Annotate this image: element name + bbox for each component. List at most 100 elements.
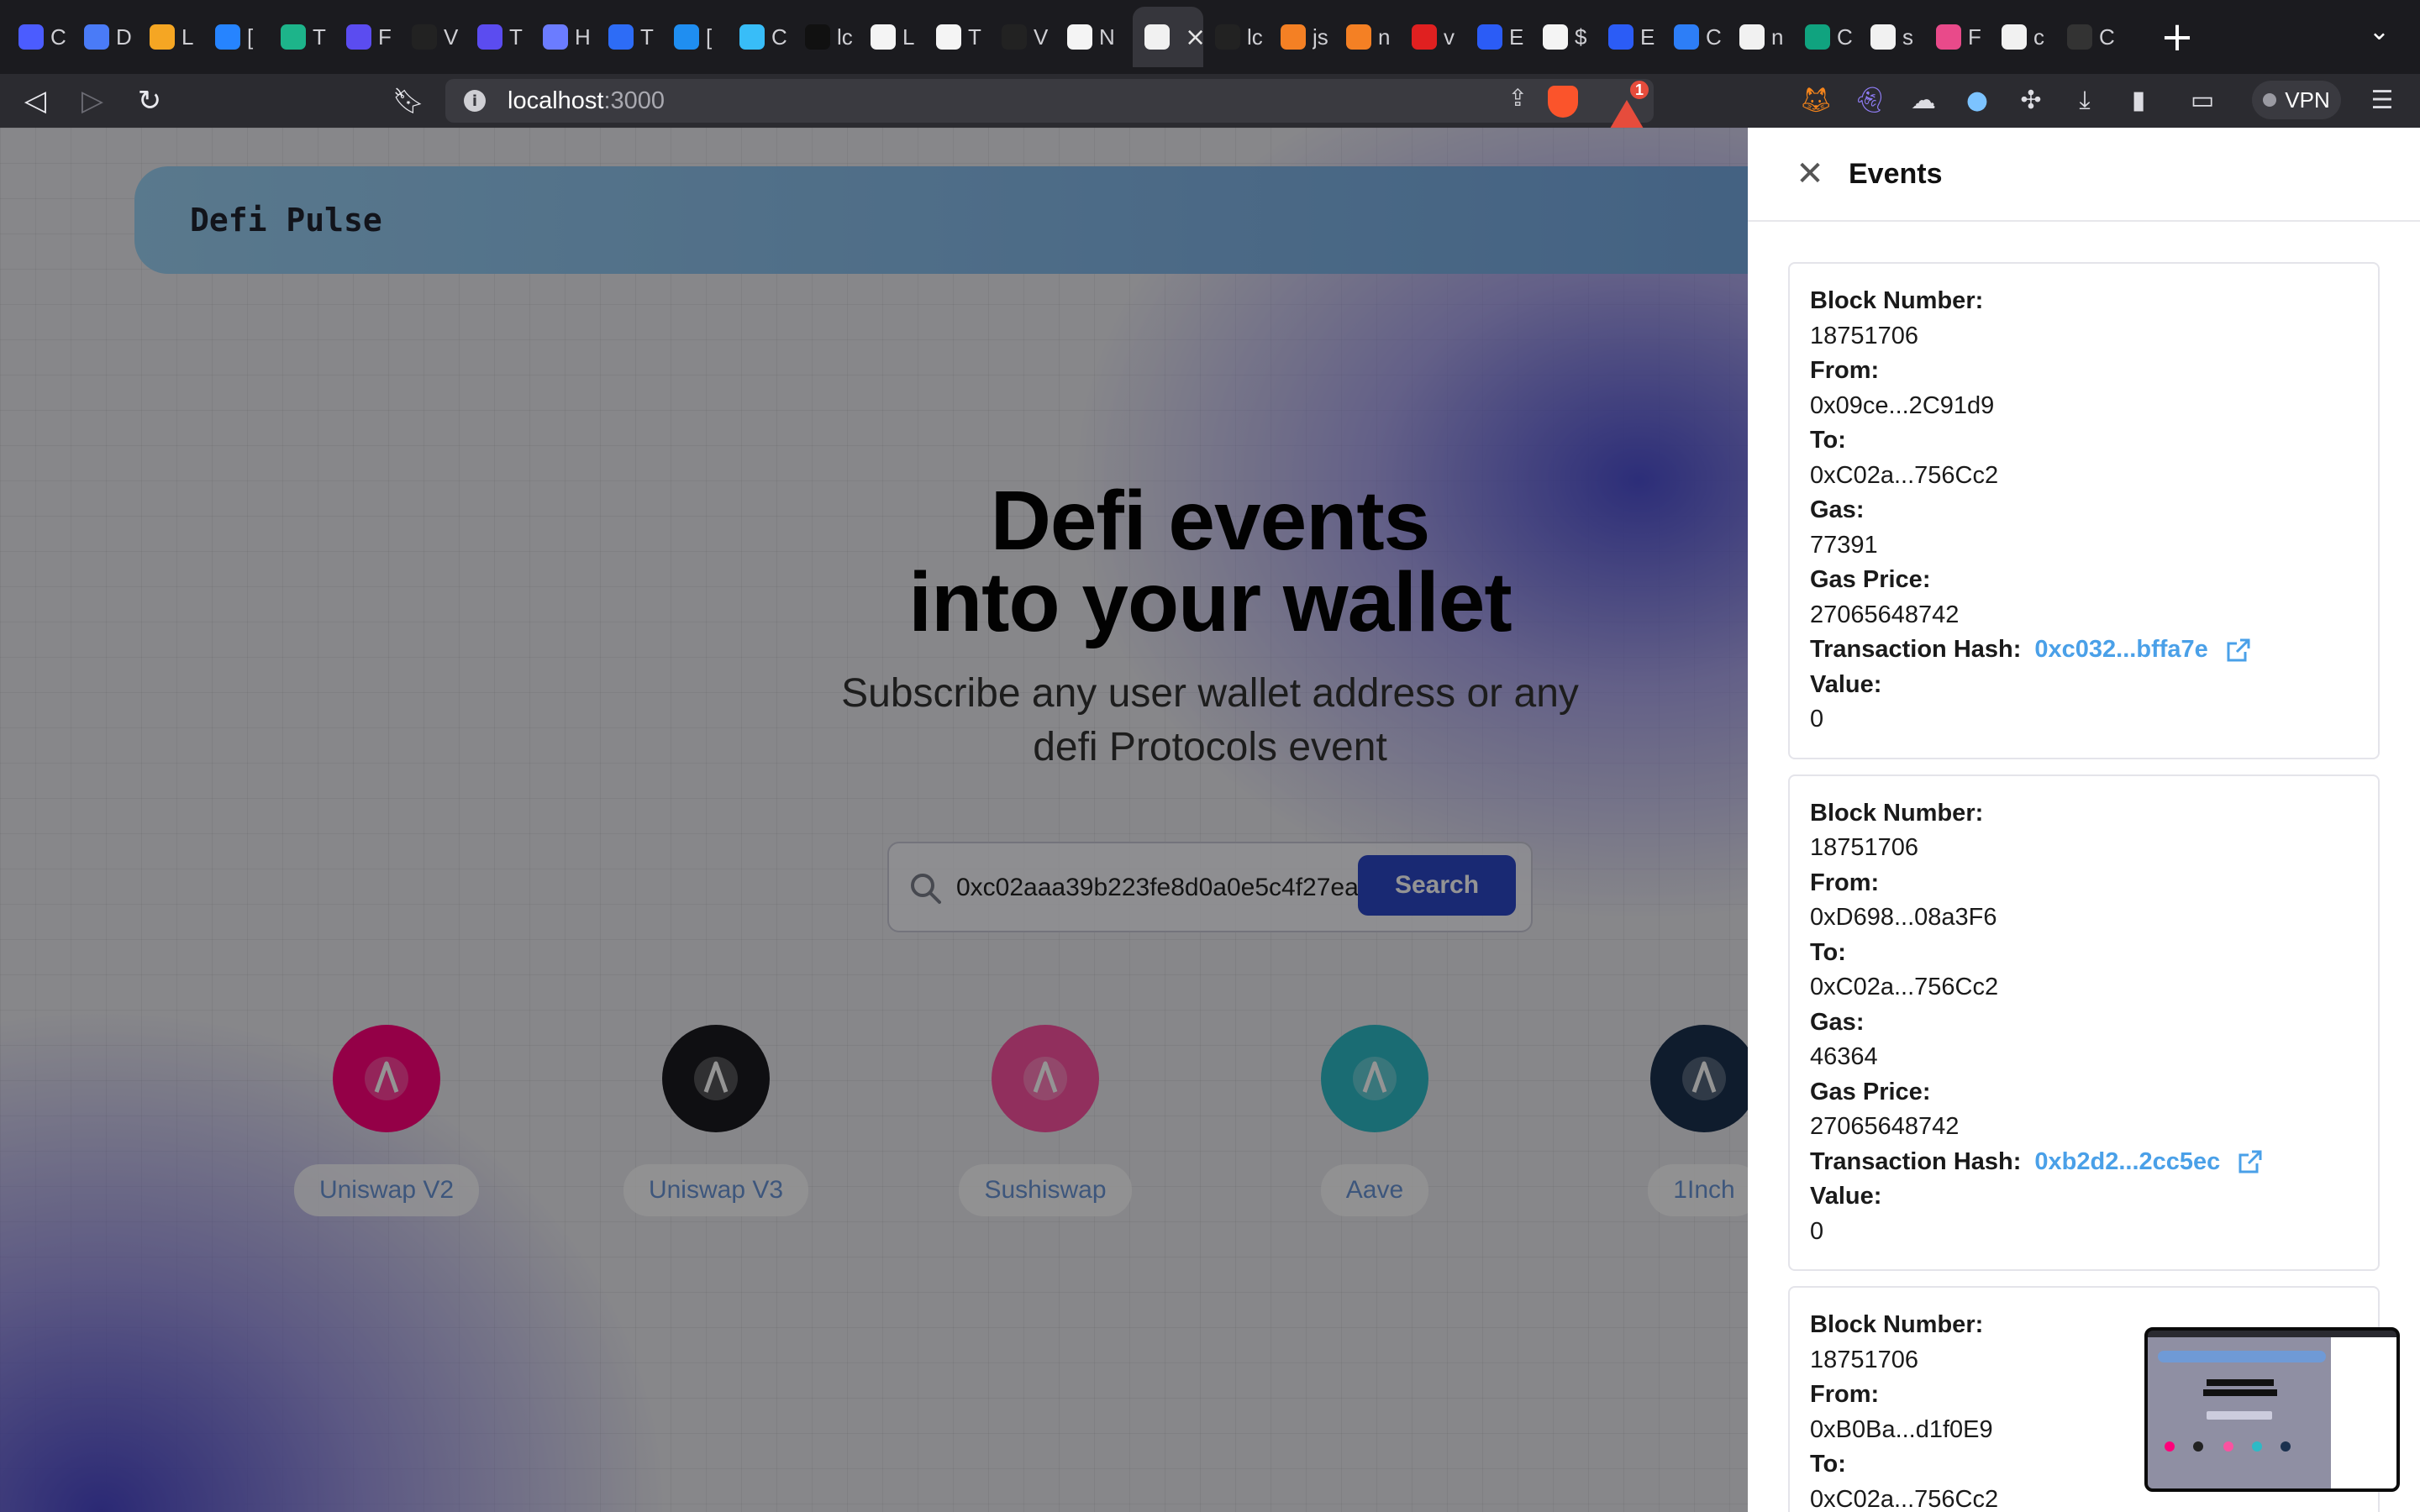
- browser-tab[interactable]: v: [1412, 7, 1465, 67]
- tab-favicon-icon: [1067, 24, 1092, 50]
- tab-search-chevron-icon[interactable]: ⌄: [2369, 17, 2390, 46]
- browser-tab[interactable]: D: [84, 7, 138, 67]
- forward-icon[interactable]: ▷: [67, 76, 118, 126]
- downloads-icon[interactable]: ⤓: [2064, 79, 2106, 121]
- url-port: :3000: [603, 87, 666, 114]
- external-link-icon[interactable]: [2235, 1147, 2265, 1177]
- tab-title: C: [771, 24, 786, 50]
- sidebar-toggle-icon[interactable]: ▮: [2118, 79, 2160, 121]
- browser-tab[interactable]: C: [1674, 7, 1728, 67]
- tab-title: T: [968, 24, 981, 50]
- gas-value: 77391: [1810, 531, 1878, 559]
- tab-title: L: [902, 24, 915, 50]
- extension-icon[interactable]: ☁: [1902, 79, 1944, 121]
- modal-overlay[interactable]: [0, 128, 1748, 1512]
- event-card: Block Number: 18751706 From: 0xD698...08a3F…: [1788, 774, 2380, 1271]
- tab-favicon-icon: [150, 24, 175, 50]
- browser-tab[interactable]: js: [1281, 7, 1334, 67]
- browser-tab[interactable]: C: [18, 7, 72, 67]
- browser-tab[interactable]: C: [739, 7, 793, 67]
- tab-favicon-icon: [805, 24, 830, 50]
- new-tab-button[interactable]: +: [2156, 13, 2198, 60]
- browser-tab[interactable]: T: [477, 7, 531, 67]
- browser-tab[interactable]: C: [2067, 7, 2121, 67]
- browser-tab[interactable]: T: [608, 7, 662, 67]
- browser-tab[interactable]: E: [1608, 7, 1662, 67]
- value-label: Value:: [1810, 1183, 1882, 1210]
- browser-tab[interactable]: L: [150, 7, 203, 67]
- tab-title: V: [444, 24, 459, 50]
- tab-title: H: [575, 24, 590, 50]
- address-bar[interactable]: i localhost:3000 ⇪ 1: [445, 79, 1654, 129]
- phantom-extension-icon[interactable]: 👻︎: [1849, 79, 1891, 121]
- tab-favicon-icon: [215, 24, 240, 50]
- tab-title: F: [1968, 24, 1981, 50]
- site-info-icon[interactable]: i: [464, 90, 486, 112]
- tab-title: V: [1034, 24, 1049, 50]
- browser-tab[interactable]: u×: [1133, 7, 1206, 67]
- external-link-icon[interactable]: [2223, 635, 2254, 665]
- to-value: 0xC02a...756Cc2: [1810, 461, 1999, 489]
- close-icon[interactable]: ✕: [1785, 149, 1835, 199]
- wallet-icon[interactable]: ▭: [2181, 79, 2223, 121]
- tab-title: n: [1771, 24, 1784, 50]
- from-value: 0x09ce...2C91d9: [1810, 391, 1995, 419]
- drawer-header: ✕ Events: [1748, 128, 2420, 222]
- browser-tab[interactable]: lc: [1215, 7, 1269, 67]
- reload-icon[interactable]: ↻: [124, 76, 175, 126]
- tab-favicon-icon: [1281, 24, 1306, 50]
- main-menu-icon[interactable]: ☰: [2361, 79, 2403, 121]
- browser-tab[interactable]: F: [1936, 7, 1990, 67]
- browser-tab[interactable]: V: [1002, 7, 1055, 67]
- tab-favicon-icon: [1477, 24, 1502, 50]
- browser-tab[interactable]: [: [215, 7, 269, 67]
- browser-tab[interactable]: T: [936, 7, 990, 67]
- extensions-puzzle-icon[interactable]: ✣: [2010, 79, 2052, 121]
- back-icon[interactable]: ◁: [10, 76, 60, 126]
- tx-hash-row: Transaction Hash: 0xb2d2...2cc5ec: [1810, 1145, 2358, 1180]
- block-number-value: 18751706: [1810, 834, 1919, 861]
- tab-favicon-icon: [346, 24, 371, 50]
- browser-tab[interactable]: N: [1067, 7, 1121, 67]
- browser-tab[interactable]: H: [543, 7, 597, 67]
- value-label: Value:: [1810, 670, 1882, 698]
- to-label: To:: [1810, 938, 1846, 966]
- browser-tab[interactable]: E: [1477, 7, 1531, 67]
- tab-title: s: [1902, 24, 1913, 50]
- tab-title: T: [640, 24, 654, 50]
- extension-icon[interactable]: ●: [1956, 79, 1998, 121]
- browser-tab[interactable]: V: [412, 7, 466, 67]
- browser-tab[interactable]: s: [1870, 7, 1924, 67]
- browser-tab[interactable]: C: [1805, 7, 1859, 67]
- rewards-badge: 1: [1628, 79, 1650, 101]
- tx-hash-link[interactable]: 0xb2d2...2cc5ec: [2034, 1148, 2220, 1176]
- browser-tab[interactable]: n: [1346, 7, 1400, 67]
- tab-title: L: [182, 24, 194, 50]
- events-list[interactable]: Block Number: 18751706 From: 0x09ce...2C91d…: [1788, 262, 2380, 1512]
- tab-title: N: [1099, 24, 1114, 50]
- browser-tab[interactable]: n: [1739, 7, 1793, 67]
- browser-tab[interactable]: lc: [805, 7, 859, 67]
- brave-shields-icon[interactable]: [1548, 86, 1578, 118]
- browser-tab[interactable]: F: [346, 7, 400, 67]
- browser-tab[interactable]: $: [1543, 7, 1597, 67]
- tab-title: v: [1444, 24, 1455, 50]
- tab-title: $: [1575, 24, 1587, 50]
- close-tab-icon[interactable]: ×: [1185, 23, 1206, 52]
- tx-hash-link[interactable]: 0xc032...bffa7e: [2034, 636, 2207, 664]
- vpn-button[interactable]: VPN: [2252, 81, 2341, 119]
- screenshot-preview-thumbnail[interactable]: [2144, 1327, 2400, 1492]
- url-host: localhost: [508, 87, 604, 114]
- brave-rewards-icon[interactable]: 1: [1610, 79, 1650, 129]
- tab-favicon-icon: [1870, 24, 1896, 50]
- browser-tab[interactable]: L: [871, 7, 924, 67]
- browser-tab[interactable]: [: [674, 7, 728, 67]
- browser-tab[interactable]: T: [281, 7, 334, 67]
- browser-tab[interactable]: c: [2002, 7, 2055, 67]
- tab-favicon-icon: [871, 24, 896, 50]
- tab-favicon-icon: [1215, 24, 1240, 50]
- value-value: 0: [1810, 1217, 1824, 1245]
- metamask-extension-icon[interactable]: 🦊︎: [1795, 79, 1837, 121]
- share-icon[interactable]: ⇪: [1508, 84, 1528, 112]
- bookmark-icon[interactable]: 🔖︎: [383, 76, 434, 126]
